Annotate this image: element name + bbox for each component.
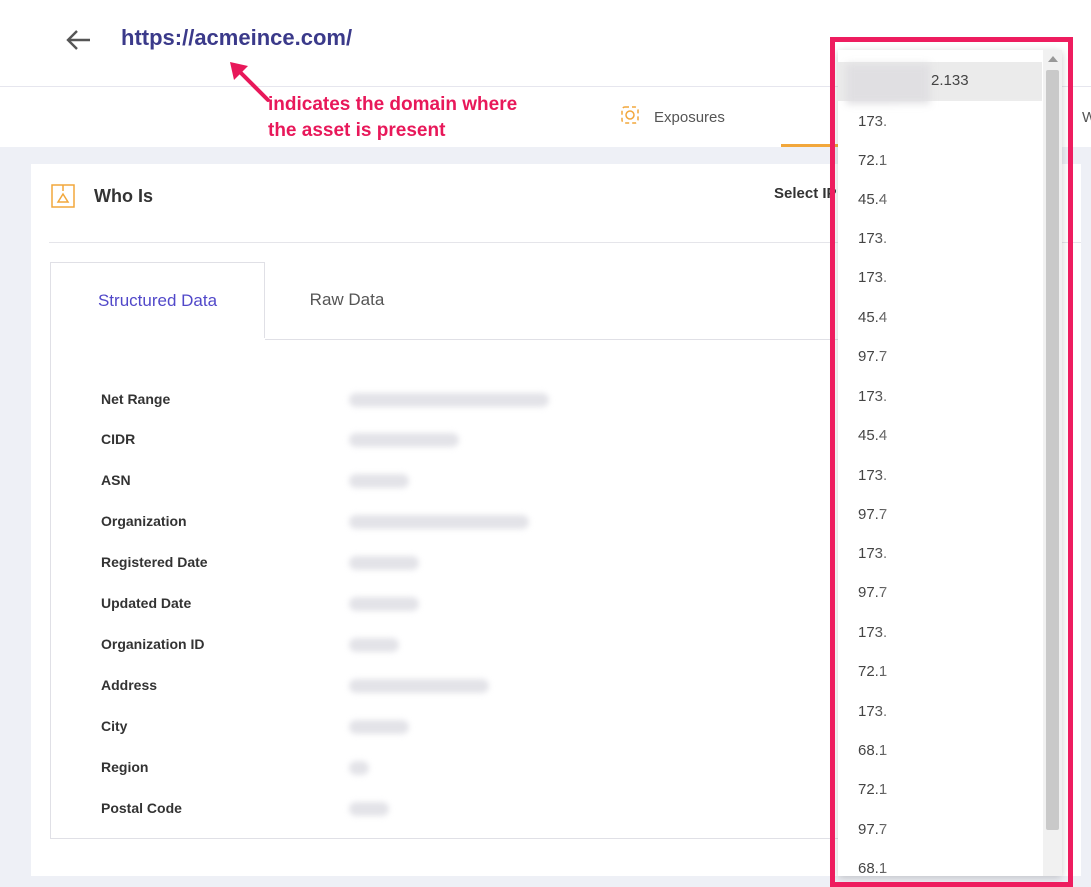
field-label-cidr: CIDR [101, 431, 136, 447]
redacted-value [349, 474, 409, 488]
annotation-line-1: indicates the domain where [268, 94, 518, 115]
redacted-value [349, 720, 409, 734]
divider [265, 339, 840, 340]
tab-structured-data[interactable]: Structured Data [50, 262, 265, 338]
field-label-city: City [101, 718, 128, 734]
annotation-arrow-icon [230, 62, 270, 102]
field-label-asn: ASN [101, 472, 131, 488]
field-label-address: Address [101, 677, 158, 693]
select-ip-label: Select IP [774, 185, 837, 202]
field-label-region: Region [101, 759, 149, 775]
exposures-icon [620, 105, 640, 129]
field-label-updated-date: Updated Date [101, 595, 192, 611]
annotation-text: indicates the domain where the asset is … [268, 92, 517, 144]
field-label-net-range: Net Range [101, 391, 171, 407]
back-arrow-icon[interactable] [64, 26, 94, 54]
tab-exposures-label: Exposures [654, 108, 725, 126]
field-label-postal-code: Postal Code [101, 800, 182, 816]
redacted-value [349, 393, 549, 407]
redacted-value [349, 597, 419, 611]
active-tab-indicator [781, 144, 841, 147]
annotation-line-2: the asset is present [268, 120, 446, 141]
dropdown-selected-ip: 2.133 [931, 72, 969, 89]
scrollbar-thumb[interactable] [1046, 70, 1059, 830]
redacted-value [846, 64, 930, 104]
redacted-value [349, 433, 459, 447]
ip-select-dropdown[interactable]: 2.133 173. 72.1 45.4 173. 173. 45.4 97.7… [838, 50, 1062, 876]
redacted-value [890, 112, 1062, 876]
tab-raw-data[interactable]: Raw Data [266, 262, 428, 338]
scroll-up-icon[interactable] [1048, 56, 1058, 62]
field-label-organization-id: Organization ID [101, 636, 205, 652]
field-label-registered-date: Registered Date [101, 554, 208, 570]
tab-exposures[interactable]: Exposures [620, 105, 725, 129]
whois-title: Who Is [94, 186, 153, 206]
redacted-value [349, 679, 489, 693]
whois-data-panel [50, 262, 842, 839]
asset-url-title: https://acmeince.com/ [121, 25, 353, 50]
redacted-value [349, 761, 369, 775]
tab-partial-label[interactable]: W [1082, 109, 1091, 126]
redacted-value [349, 638, 399, 652]
field-label-organization: Organization [101, 513, 187, 529]
redacted-value [349, 802, 389, 816]
redacted-value [349, 515, 529, 529]
redacted-value [349, 556, 419, 570]
whois-icon [51, 184, 75, 208]
